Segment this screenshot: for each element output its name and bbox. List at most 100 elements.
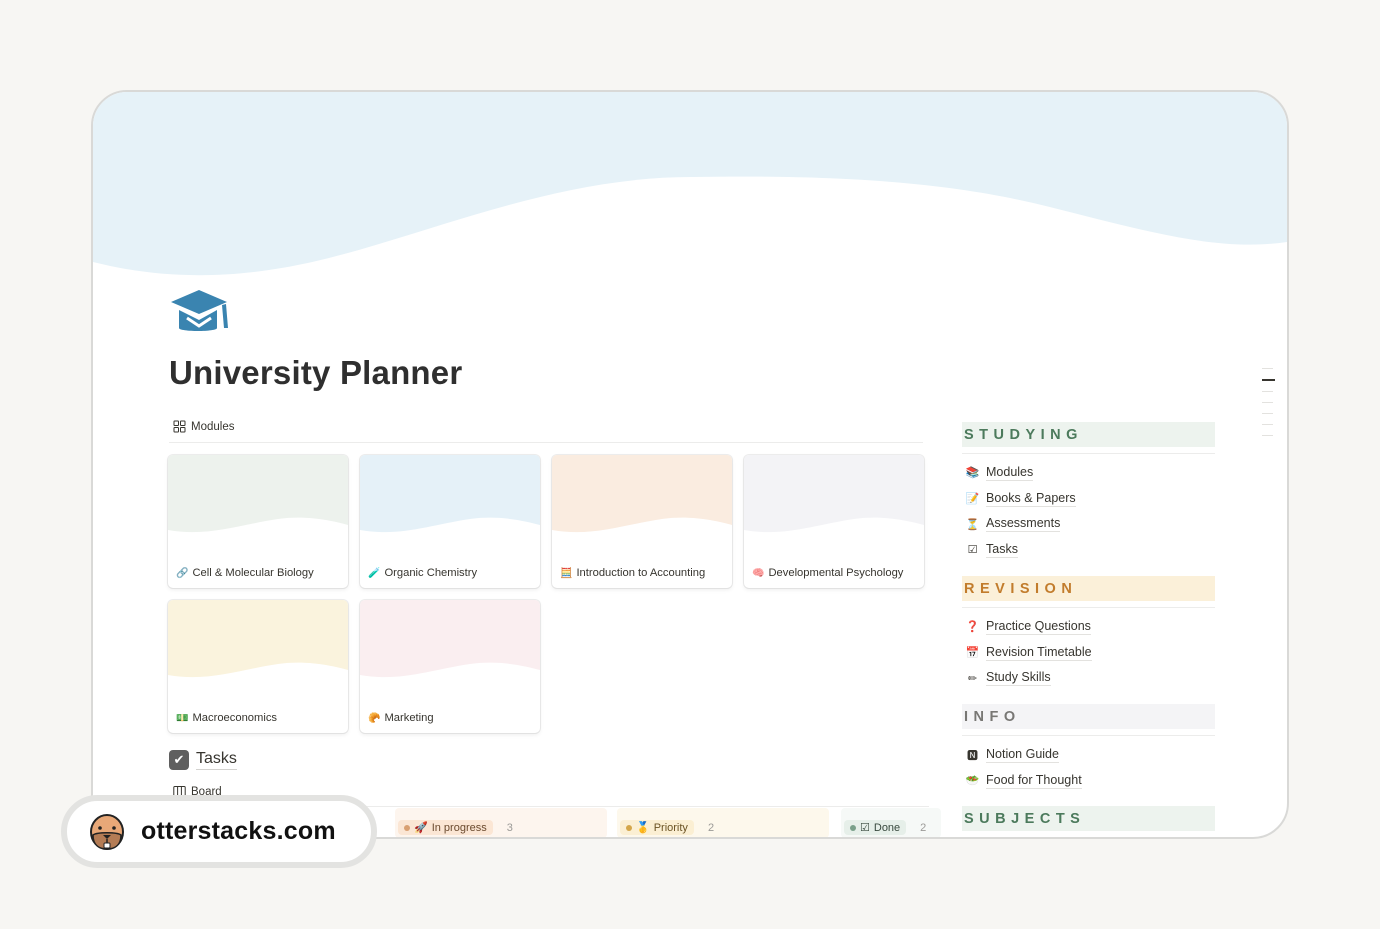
card-cover: [168, 600, 348, 700]
gallery-icon: [173, 420, 186, 433]
status-label: Priority: [653, 821, 688, 834]
card-emoji-icon: 🧪: [368, 567, 381, 579]
column-count: 2: [707, 821, 715, 834]
pencil-icon: ✏: [967, 672, 978, 685]
section-header: REVISION: [962, 576, 1215, 601]
link-label: Notion Guide: [986, 746, 1059, 763]
sidebar-section-subjects: SUBJECTS: [962, 806, 1215, 831]
card-title: Marketing: [384, 712, 434, 724]
board-column-header-priority[interactable]: 🥇 Priority 2: [620, 820, 714, 835]
column-count: 3: [506, 821, 513, 834]
view-tab-modules[interactable]: Modules: [173, 420, 234, 433]
view-divider: [169, 442, 923, 443]
status-emoji-icon: 🥇: [636, 822, 650, 834]
sidebar-link-practice-questions[interactable]: ❓ Practice Questions: [962, 614, 1215, 640]
card-title: Introduction to Accounting: [576, 567, 706, 579]
link-label: Modules: [986, 464, 1034, 481]
sidebar-section-studying: STUDYING 📚 Modules 📝 Books & Papers ⏳ Asses…: [962, 422, 1215, 563]
link-label: Practice Questions: [986, 618, 1091, 635]
sidebar-link-tasks[interactable]: ☑ Tasks: [962, 537, 1215, 563]
card-title: Organic Chemistry: [384, 567, 478, 579]
tasks-heading[interactable]: ✔ Tasks: [169, 750, 237, 770]
card-title: Macroeconomics: [192, 712, 278, 724]
tasks-heading-text: Tasks: [196, 750, 237, 770]
card-emoji-icon: 🔗: [176, 567, 189, 579]
card-emoji-icon: 🧠: [752, 567, 765, 579]
toc-line-active[interactable]: [1262, 379, 1275, 381]
otter-face-icon: [89, 813, 125, 851]
card-cover: [360, 600, 540, 700]
status-emoji-icon: ☑: [860, 822, 870, 834]
toc-line[interactable]: [1262, 423, 1273, 425]
tasks-checkbox-icon: ✔: [169, 750, 189, 770]
view-tab-label: Modules: [191, 420, 235, 433]
sidebar-link-modules[interactable]: 📚 Modules: [962, 460, 1215, 486]
column-count: 2: [920, 821, 927, 834]
status-dot: [850, 824, 856, 831]
section-divider: [962, 453, 1215, 454]
question-mark-icon: ❓: [965, 621, 980, 634]
status-dot: [626, 824, 632, 831]
checkbox-icon: ☑: [967, 544, 978, 557]
status-dot: [404, 824, 410, 831]
notion-logo-icon: 🅽: [967, 749, 978, 762]
section-divider: [962, 607, 1215, 608]
module-card[interactable]: 💵 Macroeconomics: [168, 600, 348, 733]
toc-line[interactable]: [1262, 412, 1273, 414]
status-label: In progress: [431, 821, 487, 834]
card-title: Cell & Molecular Biology: [192, 567, 314, 579]
memo-icon: 📝: [965, 493, 980, 506]
board-column-header-done[interactable]: ☑ Done 2: [844, 820, 926, 835]
board-column-header-in-progress[interactable]: 🚀 In progress 3: [398, 820, 513, 835]
link-label: Food for Thought: [986, 772, 1082, 789]
calendar-icon: 📅: [965, 647, 980, 660]
card-cover: [360, 455, 540, 555]
card-cover: [744, 455, 924, 555]
link-label: Assessments: [986, 516, 1061, 533]
sidebar-link-food-for-thought[interactable]: 🥗 Food for Thought: [962, 768, 1215, 794]
link-label: Tasks: [986, 541, 1018, 558]
sidebar-link-books-papers[interactable]: 📝 Books & Papers: [962, 486, 1215, 512]
status-pill: 🚀 In progress: [398, 820, 493, 835]
sidebar-section-info: INFO 🅽 Notion Guide 🥗 Food for Thought: [962, 704, 1215, 793]
table-of-contents-minimap[interactable]: [1262, 368, 1275, 446]
toc-line[interactable]: [1262, 401, 1273, 403]
status-pill: 🥇 Priority: [620, 820, 694, 835]
status-label: Done: [873, 821, 901, 834]
sidebar-link-assessments[interactable]: ⏳ Assessments: [962, 511, 1215, 537]
module-card[interactable]: 🔗 Cell & Molecular Biology: [168, 455, 348, 588]
watermark-badge: otterstacks.com: [61, 795, 377, 868]
sidebar-link-revision-timetable[interactable]: 📅 Revision Timetable: [962, 640, 1215, 666]
graduation-cap-icon[interactable]: [169, 288, 231, 338]
books-icon: 📚: [965, 467, 980, 480]
sidebar-link-study-skills[interactable]: ✏ Study Skills: [962, 665, 1215, 691]
hourglass-icon: ⏳: [965, 518, 980, 531]
toc-line[interactable]: [1262, 368, 1273, 369]
page-title: University Planner: [169, 354, 463, 391]
status-pill: ☑ Done: [844, 820, 907, 835]
status-emoji-icon: 🚀: [414, 822, 428, 834]
card-emoji-icon: 🧮: [560, 567, 573, 579]
card-emoji-icon: 🥐: [368, 712, 381, 724]
watermark-text: otterstacks.com: [141, 817, 336, 845]
salad-icon: 🥗: [965, 775, 980, 788]
toc-line[interactable]: [1262, 390, 1273, 392]
section-header: STUDYING: [962, 422, 1215, 447]
module-card[interactable]: 🧪 Organic Chemistry: [360, 455, 540, 588]
sidebar-link-notion-guide[interactable]: 🅽 Notion Guide: [962, 742, 1215, 768]
section-divider: [962, 735, 1215, 736]
toc-line[interactable]: [1262, 434, 1273, 436]
section-header: INFO: [962, 704, 1215, 729]
link-label: Books & Papers: [986, 490, 1076, 507]
module-card[interactable]: 🧮 Introduction to Accounting: [552, 455, 732, 588]
card-cover: [168, 455, 348, 555]
card-cover: [552, 455, 732, 555]
page-cover[interactable]: [93, 92, 1287, 292]
module-card[interactable]: 🧠 Developmental Psychology: [744, 455, 924, 588]
card-title: Developmental Psychology: [768, 567, 904, 579]
section-header: SUBJECTS: [962, 806, 1215, 831]
link-label: Study Skills: [986, 670, 1051, 687]
link-label: Revision Timetable: [986, 644, 1092, 661]
module-card[interactable]: 🥐 Marketing: [360, 600, 540, 733]
card-emoji-icon: 💵: [176, 712, 189, 724]
